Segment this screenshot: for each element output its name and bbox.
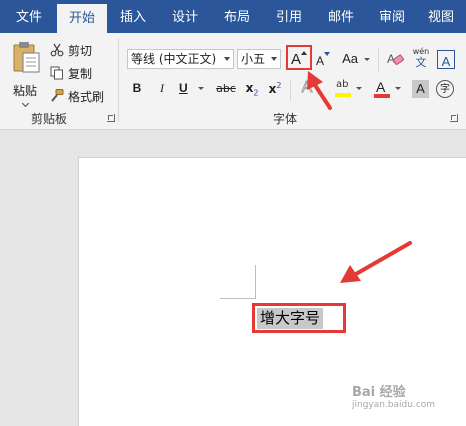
character-shading-button[interactable]: A — [412, 80, 429, 98]
font-dialog-launcher[interactable] — [450, 114, 458, 122]
tab-design[interactable]: 设计 — [162, 0, 208, 33]
font-color-bar — [374, 94, 390, 98]
tab-view[interactable]: 视图 — [418, 0, 464, 33]
clipboard-group-label: 剪贴板 — [31, 112, 68, 126]
phonetic-guide-button[interactable]: wén 文 — [410, 47, 432, 71]
strikethrough-button[interactable]: abc — [215, 81, 237, 99]
clipboard-icon — [13, 42, 40, 73]
change-case-button[interactable]: Aa — [341, 51, 371, 69]
font-name-combo[interactable]: 等线 (中文正文) — [127, 49, 234, 69]
tab-references[interactable]: 引用 — [266, 0, 312, 33]
strikethrough-glyph: abc — [216, 82, 236, 95]
superscript-index: 2 — [276, 81, 282, 90]
annotation-highlight-box — [286, 45, 312, 70]
highlight-color-bar — [335, 93, 351, 97]
eraser-icon: A — [387, 52, 404, 66]
ribbon-tab-bar: 文件 开始 插入 设计 布局 引用 邮件 审阅 视图 — [0, 0, 466, 33]
tab-layout[interactable]: 布局 — [214, 0, 260, 33]
font-size-value: 小五 — [241, 52, 266, 66]
italic-button[interactable]: I — [155, 81, 169, 99]
chevron-down-icon — [197, 87, 204, 90]
character-shading-glyph: A — [416, 81, 425, 96]
group-separator — [378, 47, 379, 71]
selected-text-box[interactable]: 增大字号 — [252, 303, 346, 333]
subscript-index: 2 — [253, 88, 259, 98]
margin-marker-vertical — [255, 265, 256, 299]
chevron-down-icon — [395, 87, 401, 90]
bold-button[interactable]: B — [130, 81, 144, 99]
scissors-icon — [50, 43, 64, 57]
paste-button[interactable]: 粘贴 — [8, 41, 44, 108]
format-painter-label: 格式刷 — [68, 89, 105, 104]
tab-home[interactable]: 开始 — [57, 4, 107, 33]
tab-mailings[interactable]: 邮件 — [318, 0, 364, 33]
baidu-watermark: Bai 经验 jingyan.baidu.com — [352, 386, 436, 412]
copy-button[interactable]: 复制 — [50, 64, 92, 82]
margin-marker-horizontal — [220, 298, 255, 299]
text-effects-button[interactable]: A — [297, 79, 317, 99]
chevron-down-icon — [363, 58, 370, 61]
tab-insert[interactable]: 插入 — [110, 0, 156, 33]
watermark-brand: Bai 经验 — [352, 385, 406, 400]
font-color-button[interactable]: A — [372, 79, 404, 101]
character-border-button[interactable]: A — [437, 50, 455, 69]
chevron-down-icon — [356, 87, 362, 90]
superscript-button[interactable]: x2 — [266, 81, 284, 99]
phonetic-bottom: 文 — [415, 56, 427, 69]
font-size-combo[interactable]: 小五 — [237, 49, 281, 69]
copy-icon — [50, 66, 63, 80]
font-name-value: 等线 (中文正文) — [131, 52, 217, 66]
tab-file[interactable]: 文件 — [4, 0, 54, 33]
highlight-glyph: ab — [336, 79, 349, 90]
chevron-down-icon — [271, 57, 277, 61]
cut-label: 剪切 — [68, 43, 93, 58]
italic-glyph: I — [160, 81, 164, 95]
copy-label: 复制 — [68, 66, 93, 81]
paintbrush-icon — [51, 89, 64, 102]
cut-button[interactable]: 剪切 — [50, 41, 92, 59]
format-painter-button[interactable]: 格式刷 — [50, 87, 104, 105]
subscript-button[interactable]: x2 — [243, 81, 261, 99]
enclose-characters-glyph: 字 — [440, 84, 450, 95]
group-separator — [290, 79, 291, 101]
change-case-glyph: Aa — [342, 51, 359, 66]
group-separator — [118, 38, 119, 122]
character-border-glyph: A — [441, 54, 451, 69]
bold-glyph: B — [132, 81, 142, 95]
font-color-glyph: A — [376, 79, 386, 95]
text-highlight-button[interactable]: ab — [333, 79, 367, 101]
shrink-font-glyph: A — [316, 54, 325, 68]
text-effects-glyph: A — [301, 79, 313, 97]
paste-label: 粘贴 — [13, 84, 38, 98]
underline-glyph: U — [179, 81, 188, 95]
watermark-url: jingyan.baidu.com — [352, 400, 436, 410]
tab-review[interactable]: 审阅 — [369, 0, 415, 33]
selected-text[interactable]: 增大字号 — [257, 308, 324, 329]
phonetic-top: wén — [412, 47, 430, 56]
clear-formatting-button[interactable]: A — [386, 50, 406, 70]
shrink-font-button[interactable]: A — [314, 50, 332, 70]
ribbon-home: 粘贴 剪切 复制 格式刷 剪贴板 等线 (中文正文) 小五 A A Aa A w… — [0, 33, 466, 130]
underline-button[interactable]: U — [179, 81, 209, 99]
chevron-down-icon — [21, 99, 30, 108]
caret-down-icon — [324, 52, 330, 56]
font-group-label: 字体 — [273, 112, 298, 126]
chevron-down-icon — [224, 57, 230, 61]
clipboard-dialog-launcher[interactable] — [107, 114, 115, 122]
enclose-characters-button[interactable]: 字 — [436, 80, 454, 98]
